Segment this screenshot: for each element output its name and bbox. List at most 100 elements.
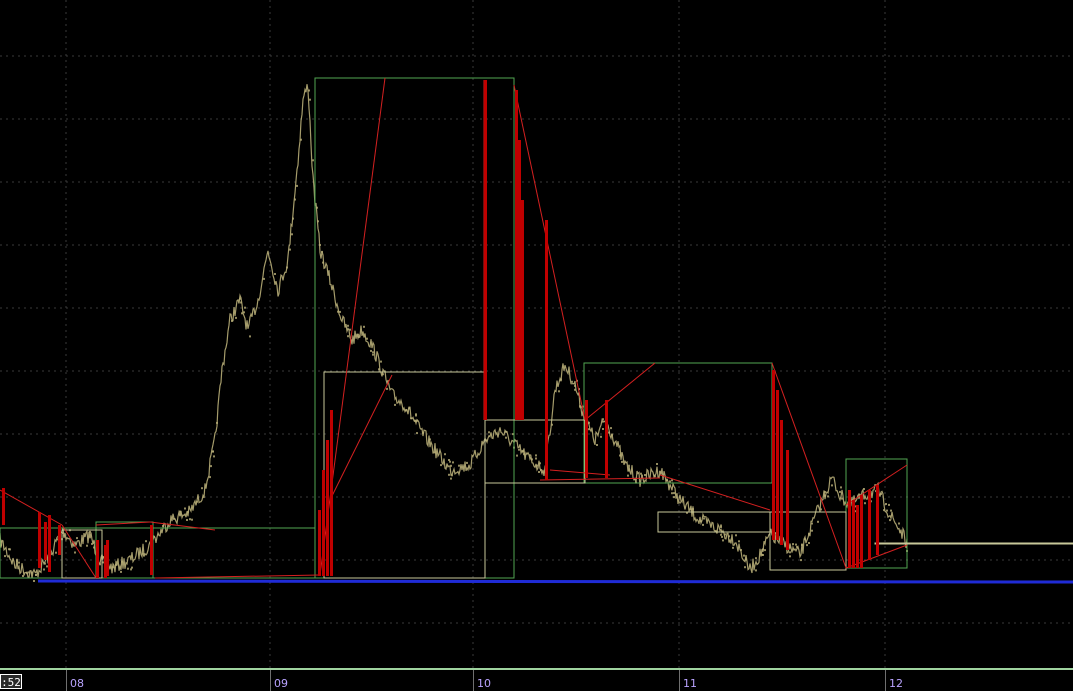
price-tick-point (405, 409, 407, 412)
signal-bar-27 (860, 495, 863, 568)
price-tick-point (93, 546, 95, 549)
price-tick-point (312, 159, 314, 162)
price-tick-point (789, 551, 791, 554)
price-tick-point (173, 517, 175, 520)
signal-bar-5 (96, 540, 99, 578)
price-series-line (0, 84, 908, 579)
price-chart-plot[interactable] (0, 0, 1073, 668)
price-tick-point (523, 453, 525, 456)
price-tick-point (414, 420, 416, 422)
price-tick-point (535, 454, 537, 457)
price-tick-point (184, 507, 186, 510)
price-tick-point (289, 248, 291, 251)
price-tick-point (551, 423, 553, 426)
price-tick-point (286, 266, 288, 269)
price-tick-point (466, 461, 468, 464)
signal-bar-12 (330, 410, 333, 576)
price-tick-point (28, 571, 30, 574)
price-tick-point (505, 436, 507, 439)
signal-bar-9 (318, 510, 321, 576)
signal-bar-29 (876, 485, 879, 555)
price-tick-point (628, 464, 630, 467)
price-tick-point (522, 450, 524, 453)
price-tick-point (602, 428, 604, 430)
price-tick-point (120, 570, 122, 573)
price-tick-point (535, 457, 537, 460)
signal-bar-23 (786, 450, 789, 550)
price-tick-point (800, 559, 802, 562)
price-tick-point (243, 311, 245, 314)
price-tick-point (824, 494, 826, 497)
price-tick-point (239, 297, 241, 300)
price-tick-point (720, 526, 722, 528)
price-tick-point (735, 534, 737, 537)
price-tick-point (558, 390, 560, 393)
signal-bar-22 (780, 420, 783, 545)
price-tick-point (121, 560, 123, 563)
price-tick-point (22, 575, 24, 577)
price-tick-point (212, 450, 214, 453)
trend-line-0 (0, 489, 63, 526)
price-tick-point (76, 537, 78, 540)
price-tick-point (703, 517, 705, 520)
trend-line-9 (584, 362, 656, 421)
signal-bar-0 (2, 488, 5, 525)
price-tick-point (602, 418, 604, 421)
signal-bar-3 (48, 515, 51, 572)
price-tick-point (358, 336, 360, 338)
price-tick-point (611, 434, 613, 437)
price-tick-point (740, 549, 742, 551)
price-tick-point (26, 572, 28, 575)
price-tick-point (700, 520, 702, 523)
price-tick-point (145, 540, 147, 543)
price-tick-point (571, 380, 573, 383)
price-tick-point (319, 244, 321, 246)
price-tick-point (89, 530, 91, 533)
price-tick-point (817, 520, 819, 523)
time-axis: 08 09 10 11 12 (0, 668, 1073, 691)
price-tick-point (702, 523, 704, 526)
time-axis-tick-08: 08 (66, 670, 84, 691)
price-tick-point (880, 493, 882, 495)
price-tick-point (738, 540, 740, 543)
price-tick-point (671, 479, 673, 482)
price-tick-point (755, 569, 757, 572)
price-tick-point (841, 497, 843, 500)
price-tick-point (4, 555, 6, 558)
price-tick-point (808, 533, 810, 535)
price-tick-point (619, 454, 621, 457)
price-tick-point (744, 566, 746, 569)
price-tick-point (722, 539, 724, 542)
price-tick-point (654, 475, 656, 478)
price-tick-point (669, 480, 671, 483)
price-tick-point (309, 98, 311, 101)
price-tick-point (235, 316, 237, 319)
price-tick-point (518, 448, 520, 451)
price-tick-point (31, 571, 33, 574)
price-tick-point (382, 373, 384, 376)
price-tick-point (127, 567, 129, 570)
price-tick-point (130, 568, 132, 571)
price-tick-point (366, 337, 368, 340)
price-tick-point (294, 198, 296, 201)
price-tick-point (9, 548, 11, 551)
trend-line-3 (149, 521, 216, 531)
price-tick-point (370, 349, 372, 352)
price-tick-point (372, 351, 374, 354)
price-tick-point (840, 486, 842, 489)
price-tick-point (93, 541, 95, 544)
price-tick-point (666, 479, 668, 482)
price-tick-point (673, 492, 675, 495)
price-tick-point (322, 261, 324, 264)
price-tick-point (216, 421, 218, 424)
price-tick-point (720, 533, 722, 536)
price-tick-point (886, 509, 888, 512)
price-tick-point (450, 477, 452, 480)
price-tick-point (179, 513, 181, 516)
price-tick-point (792, 543, 794, 546)
price-tick-point (673, 496, 675, 499)
price-tick-point (588, 421, 590, 424)
price-tick-point (811, 522, 813, 525)
time-axis-tick-11: 11 (679, 670, 697, 691)
price-tick-point (811, 529, 813, 532)
